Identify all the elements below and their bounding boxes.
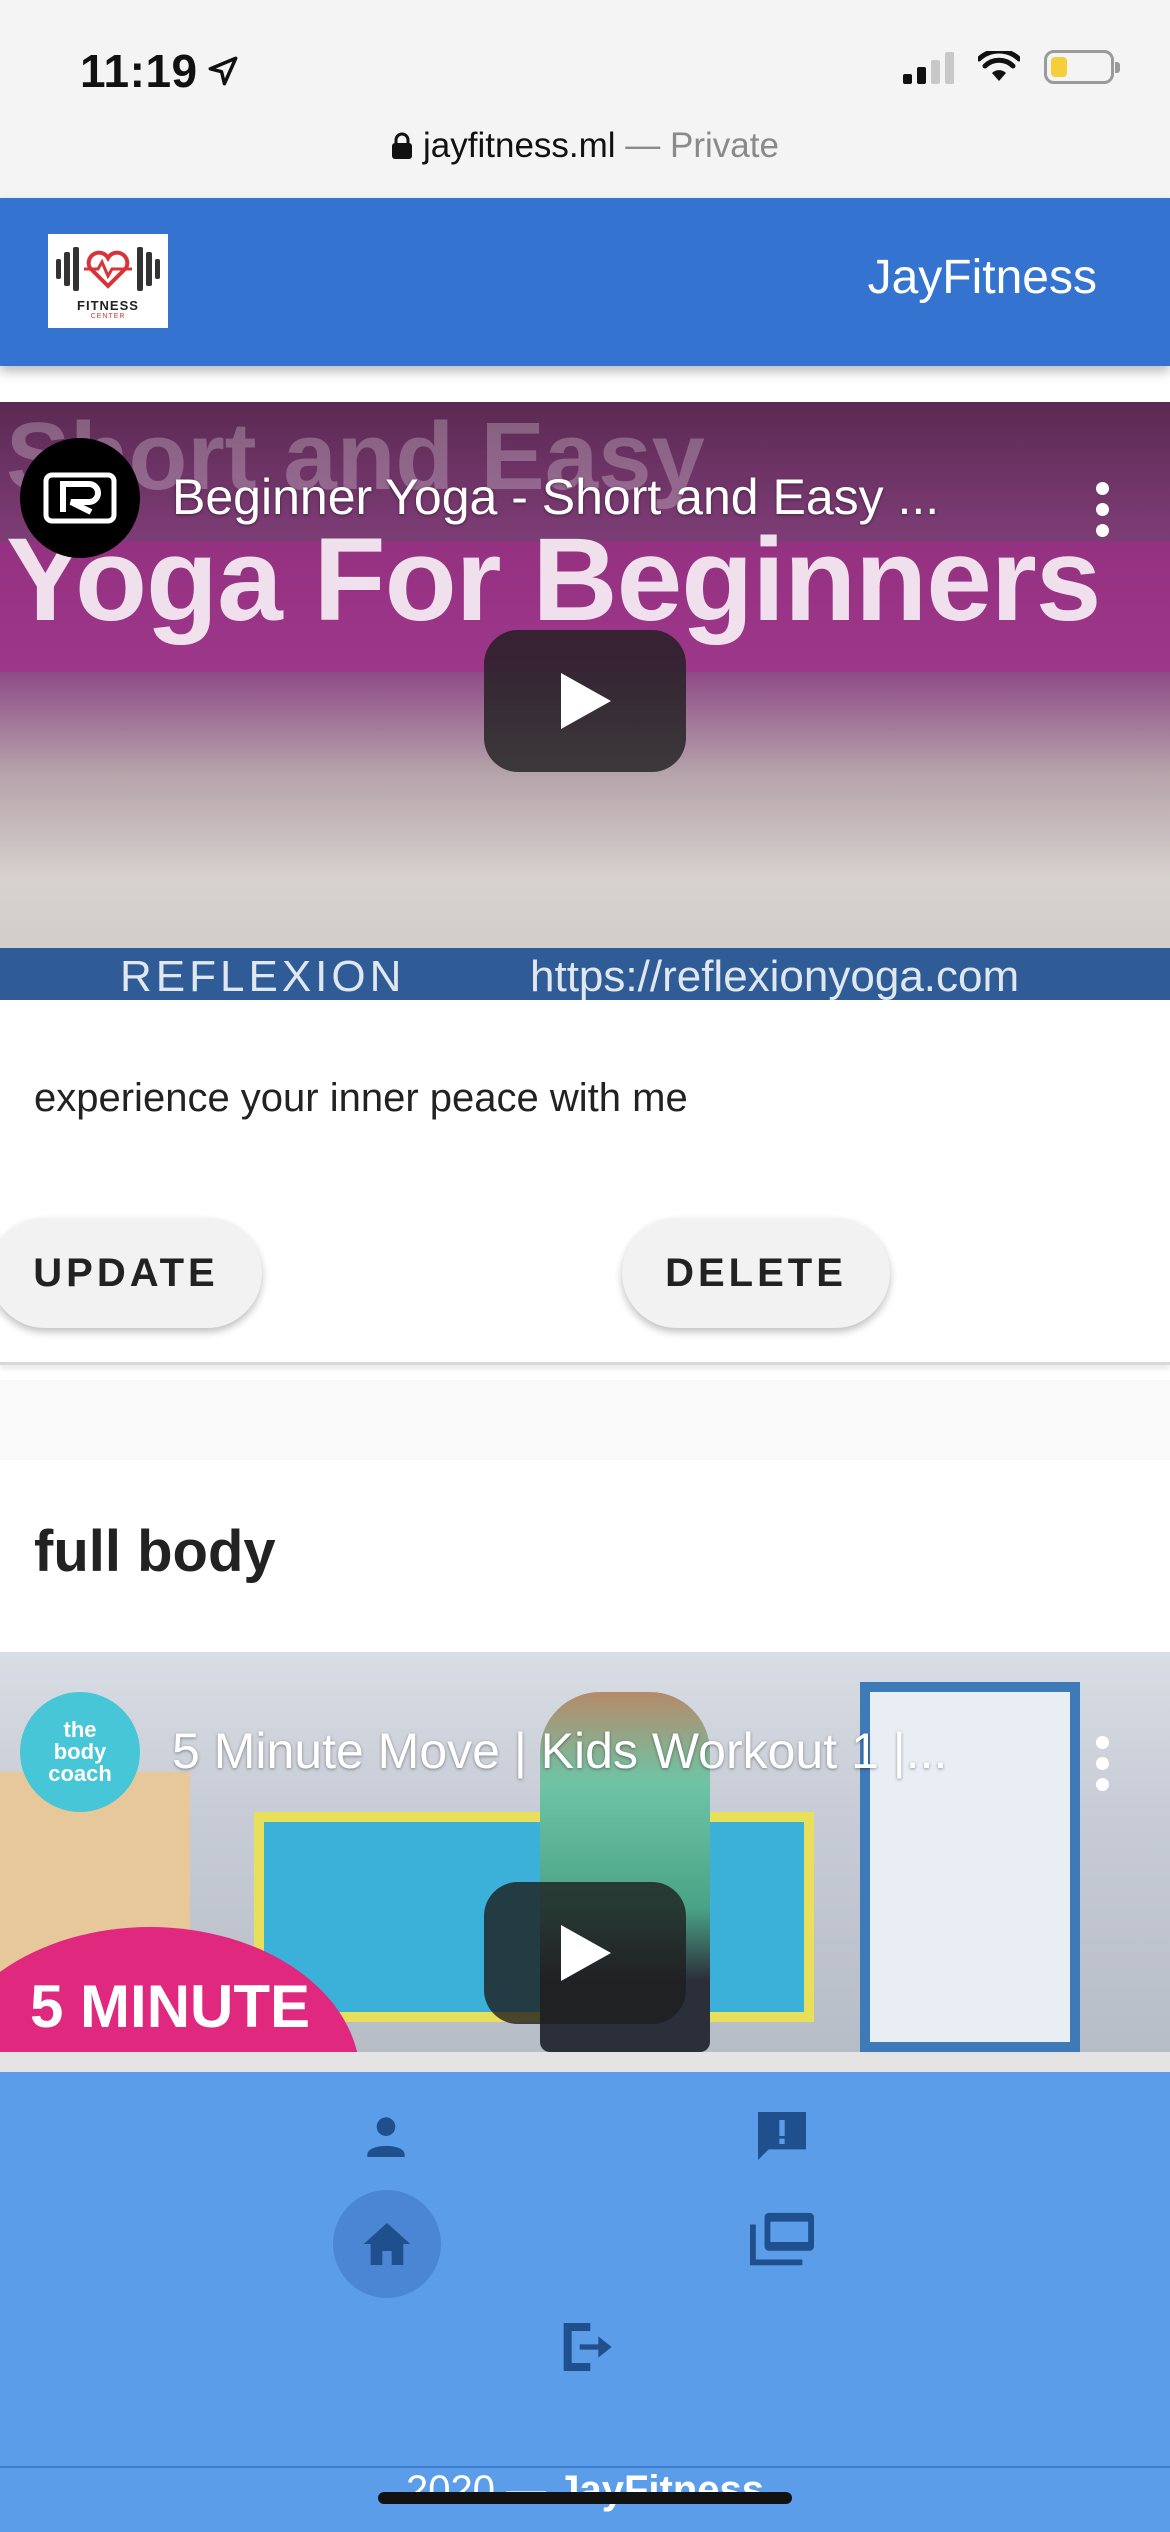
- logout-icon: [563, 2323, 612, 2371]
- update-button[interactable]: UPDATE: [0, 1218, 262, 1328]
- delete-button[interactable]: DELETE: [622, 1218, 890, 1328]
- nav-profile[interactable]: [354, 2104, 418, 2168]
- video-description: experience your inner peace with me: [34, 1076, 688, 1120]
- video-embed-yoga[interactable]: Short and Easy Yoga For Beginners REFLEX…: [0, 402, 1170, 1000]
- channel-avatar[interactable]: [20, 438, 140, 558]
- private-label: Private: [670, 126, 779, 165]
- footer-dash: —: [494, 2468, 558, 2512]
- video-title[interactable]: 5 Minute Move | Kids Workout 1 |...: [172, 1722, 947, 1780]
- status-icons: [903, 50, 1120, 84]
- nav-logout[interactable]: [550, 2312, 620, 2382]
- fitness-logo[interactable]: FITNESS CENTER: [48, 234, 168, 328]
- url-separator: —: [615, 126, 671, 165]
- logo-subtext: CENTER: [90, 313, 126, 320]
- channel-avatar[interactable]: the body coach: [20, 1692, 140, 1812]
- location-arrow-icon: [208, 56, 238, 86]
- thumbnail-footer-right: https://reflexionyoga.com: [530, 952, 1020, 1000]
- home-icon: [363, 2223, 411, 2265]
- dumbbell-heart-icon: [56, 247, 160, 291]
- person-icon: [367, 2117, 405, 2157]
- ios-status-bar: 11:19 jayfitness.ml — Private: [0, 0, 1170, 198]
- channel-logo-icon: [43, 472, 117, 524]
- feedback-icon: [758, 2112, 806, 2160]
- thumbnail-footer-left: REFLEXION: [120, 952, 406, 1000]
- clock-text: 11:19: [80, 45, 198, 97]
- video-embed-kids-workout[interactable]: 5 MINUTE the body coach 5 Minute Move | …: [0, 1652, 1170, 2052]
- footer-brand: JayFitness: [557, 2468, 764, 2512]
- more-options-icon[interactable]: [1094, 1736, 1110, 1791]
- thumbnail-heading: Yoga For Beginners: [6, 514, 1101, 646]
- play-button[interactable]: [484, 1882, 686, 2024]
- cellular-signal-icon: [903, 50, 954, 84]
- nav-feedback[interactable]: [748, 2102, 816, 2170]
- channel-avatar-text: the body coach: [48, 1717, 112, 1786]
- lock-icon: [392, 132, 413, 159]
- browser-url-bar[interactable]: jayfitness.ml — Private: [0, 126, 1170, 166]
- app-bar: FITNESS CENTER JayFitness: [0, 198, 1170, 366]
- card-title: full body: [34, 1519, 276, 1584]
- logo-text: FITNESS: [77, 298, 139, 313]
- wifi-icon: [978, 51, 1020, 81]
- video-title[interactable]: Beginner Yoga - Short and Easy ...: [172, 468, 939, 526]
- content-bottom-edge: [0, 2052, 1170, 2072]
- status-time: 11:19: [80, 44, 240, 98]
- home-indicator[interactable]: [378, 2492, 792, 2504]
- footer-year: 2020: [406, 2468, 495, 2512]
- battery-icon: [1044, 50, 1120, 84]
- play-icon: [561, 673, 611, 729]
- card-gap: [0, 1380, 1170, 1460]
- app-brand-title[interactable]: JayFitness: [868, 250, 1097, 305]
- bottom-navigation: [0, 2072, 1170, 2466]
- nav-home[interactable]: [333, 2190, 441, 2298]
- play-icon: [561, 1925, 611, 1981]
- video-library-icon: [750, 2212, 814, 2266]
- thumbnail-badge-text: 5 MINUTE: [30, 1973, 311, 2040]
- card-divider: [0, 1362, 1170, 1365]
- play-button[interactable]: [484, 630, 686, 772]
- nav-video-library[interactable]: [746, 2206, 818, 2278]
- more-options-icon[interactable]: [1094, 482, 1110, 537]
- thumbnail-footer: REFLEXION https://reflexionyoga.com: [0, 948, 1170, 1000]
- url-domain: jayfitness.ml: [423, 126, 616, 165]
